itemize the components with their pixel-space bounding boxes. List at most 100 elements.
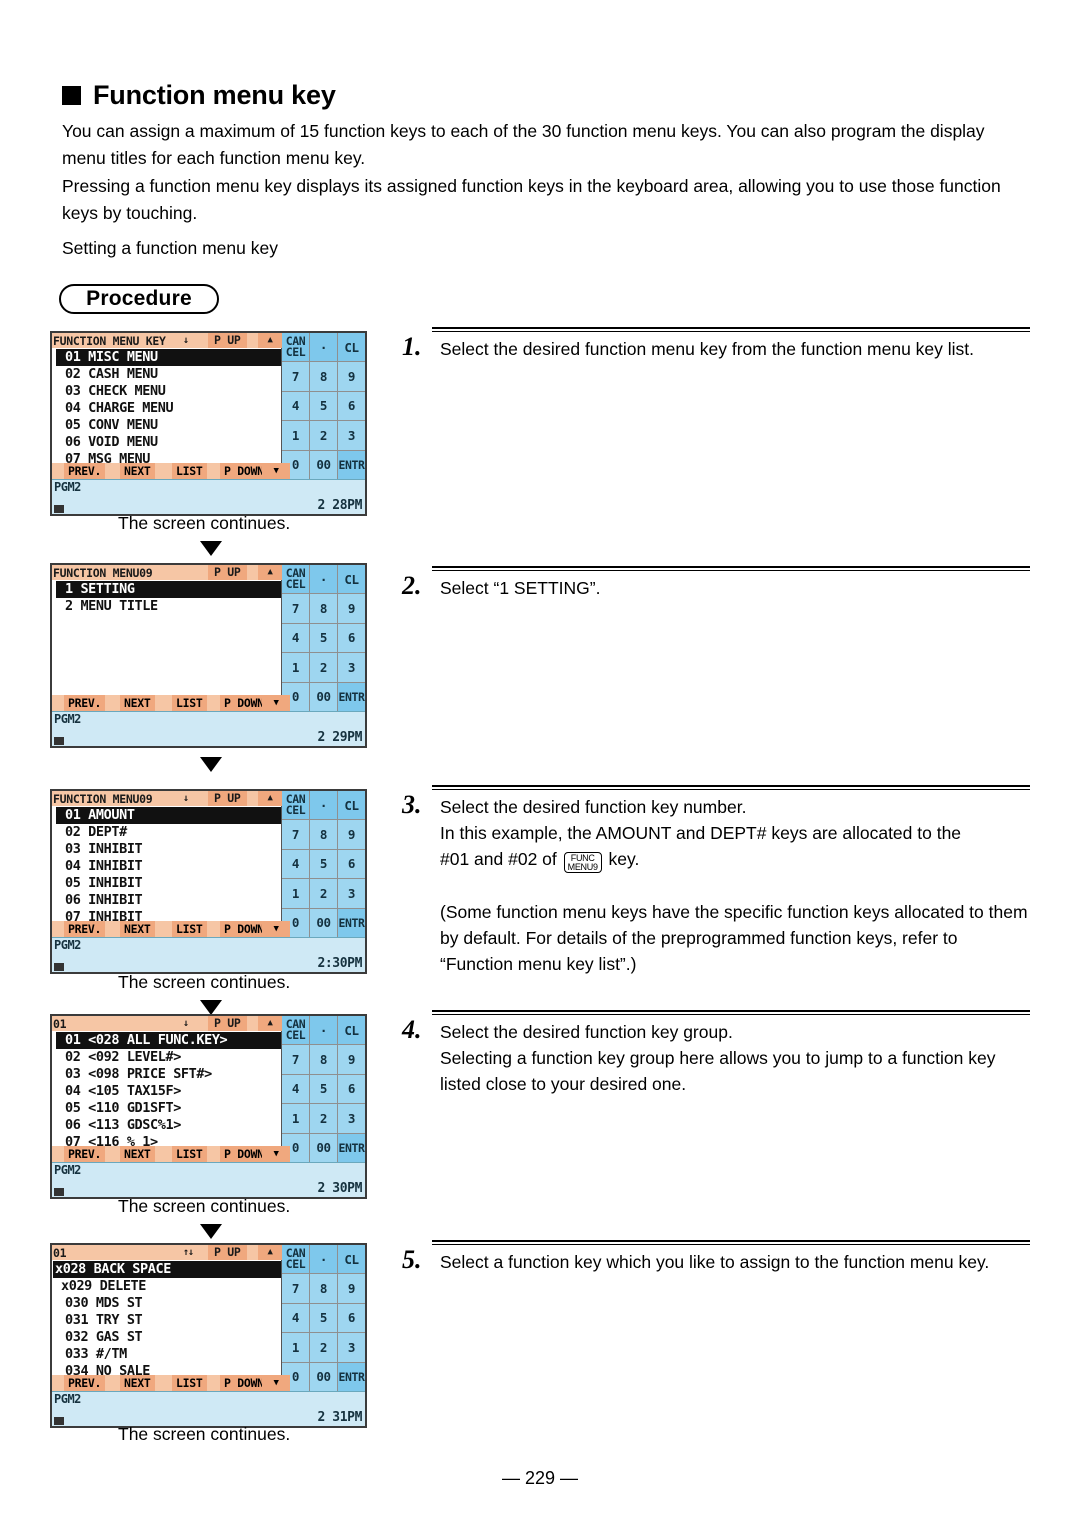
key-1[interactable]: 1 [282,1104,309,1133]
key-6[interactable]: 6 [338,849,365,879]
page-down-button[interactable]: P DOWN [220,921,268,937]
list-item[interactable]: 06 <113 GDSC%1> [52,1117,281,1134]
list-item[interactable]: 05 CONV MENU [52,417,281,434]
cancel-key[interactable]: CAN CEL [282,1245,309,1274]
key-9[interactable]: 9 [338,1045,365,1074]
key-3[interactable]: 3 [338,421,365,450]
key-00[interactable]: 00 [310,450,337,479]
list-button[interactable]: LIST [172,1146,207,1162]
next-button[interactable]: NEXT [120,1375,155,1391]
scroll-down-arrow-icon[interactable]: ▼ [262,1375,290,1391]
list-item[interactable]: 01 AMOUNT [56,807,281,824]
decimal-key[interactable]: · [310,333,337,362]
enter-key[interactable]: ENTR [338,450,365,479]
page-down-button[interactable]: P DOWN [220,463,268,479]
list-item[interactable]: 03 <098 PRICE SFT#> [52,1066,281,1083]
key-7[interactable]: 7 [282,1274,309,1303]
list-item[interactable]: 05 <110 GD1SFT> [52,1100,281,1117]
page-down-button[interactable]: P DOWN [220,1146,268,1162]
key-3[interactable]: 3 [338,1333,365,1362]
key-9[interactable]: 9 [338,1274,365,1303]
key-8[interactable]: 8 [310,1274,337,1303]
key-4[interactable]: 4 [282,391,309,421]
decimal-key[interactable]: · [310,1245,337,1274]
key-00[interactable]: 00 [310,1362,337,1391]
enter-key[interactable]: ENTR [338,908,365,937]
list-item[interactable]: x028 BACK SPACE [53,1261,281,1278]
list-item[interactable]: 032 GAS ST [52,1329,281,1346]
list-item[interactable]: 05 INHIBIT [52,875,281,892]
key-4[interactable]: 4 [282,849,309,879]
key-1[interactable]: 1 [282,653,309,682]
key-4[interactable]: 4 [282,623,309,653]
list-item[interactable]: 01 MISC MENU [56,349,281,366]
scroll-up-arrow-icon[interactable]: ▲ [258,565,282,580]
next-button[interactable]: NEXT [120,463,155,479]
key-2[interactable]: 2 [310,653,337,682]
key-5[interactable]: 5 [310,1303,337,1333]
key-5[interactable]: 5 [310,391,337,421]
list-item[interactable]: 01 <028 ALL FUNC.KEY> [56,1032,281,1049]
key-9[interactable]: 9 [338,820,365,849]
key-1[interactable]: 1 [282,1333,309,1362]
scroll-up-arrow-icon[interactable]: ▲ [258,1016,282,1031]
key-2[interactable]: 2 [310,1333,337,1362]
next-button[interactable]: NEXT [120,1146,155,1162]
list-item[interactable]: 04 <105 TAX15F> [52,1083,281,1100]
scroll-up-arrow-icon[interactable]: ▲ [258,791,282,806]
key-2[interactable]: 2 [310,879,337,908]
key-5[interactable]: 5 [310,623,337,653]
list-item[interactable]: 02 CASH MENU [52,366,281,383]
key-8[interactable]: 8 [310,1045,337,1074]
cancel-key[interactable]: CAN CEL [282,791,309,820]
key-1[interactable]: 1 [282,879,309,908]
decimal-key[interactable]: · [310,1016,337,1045]
page-up-button[interactable]: P UP [208,1245,247,1260]
list-button[interactable]: LIST [172,1375,207,1391]
list-item[interactable]: 04 INHIBIT [52,858,281,875]
decimal-key[interactable]: · [310,791,337,820]
list-item[interactable]: 07 <116 % 1> [52,1134,281,1146]
key-5[interactable]: 5 [310,1074,337,1104]
cancel-key[interactable]: CAN CEL [282,333,309,362]
key-9[interactable]: 9 [338,594,365,623]
page-down-button[interactable]: P DOWN [220,1375,268,1391]
key-4[interactable]: 4 [282,1074,309,1104]
scroll-down-arrow-icon[interactable]: ▼ [262,463,290,479]
list-button[interactable]: LIST [172,463,207,479]
list-item[interactable]: 02 DEPT# [52,824,281,841]
page-up-button[interactable]: P UP [208,333,247,348]
scroll-up-arrow-icon[interactable]: ▲ [258,333,282,348]
prev-button[interactable]: PREV. [64,463,106,479]
page-up-button[interactable]: P UP [208,565,247,580]
key-7[interactable]: 7 [282,1045,309,1074]
key-3[interactable]: 3 [338,653,365,682]
list-button[interactable]: LIST [172,695,207,711]
key-3[interactable]: 3 [338,1104,365,1133]
list-item[interactable]: 03 CHECK MENU [52,383,281,400]
cancel-key[interactable]: CAN CEL [282,565,309,594]
list-item[interactable]: 02 <092 LEVEL#> [52,1049,281,1066]
key-4[interactable]: 4 [282,1303,309,1333]
page-up-button[interactable]: P UP [208,1016,247,1031]
next-button[interactable]: NEXT [120,695,155,711]
clear-key[interactable]: CL [338,791,365,820]
page-up-button[interactable]: P UP [208,791,247,806]
list-item[interactable]: 03 INHIBIT [52,841,281,858]
key-8[interactable]: 8 [310,362,337,391]
key-6[interactable]: 6 [338,1303,365,1333]
clear-key[interactable]: CL [338,565,365,594]
next-button[interactable]: NEXT [120,921,155,937]
scroll-up-arrow-icon[interactable]: ▲ [258,1245,282,1260]
clear-key[interactable]: CL [338,333,365,362]
list-item[interactable]: 06 VOID MENU [52,434,281,451]
list-item[interactable]: 1 SETTING [56,581,281,598]
key-00[interactable]: 00 [310,1133,337,1162]
key-6[interactable]: 6 [338,623,365,653]
scroll-down-arrow-icon[interactable]: ▼ [262,921,290,937]
key-7[interactable]: 7 [282,362,309,391]
clear-key[interactable]: CL [338,1016,365,1045]
list-item[interactable]: 07 MSG MENU [52,451,281,463]
key-9[interactable]: 9 [338,362,365,391]
cancel-key[interactable]: CAN CEL [282,1016,309,1045]
